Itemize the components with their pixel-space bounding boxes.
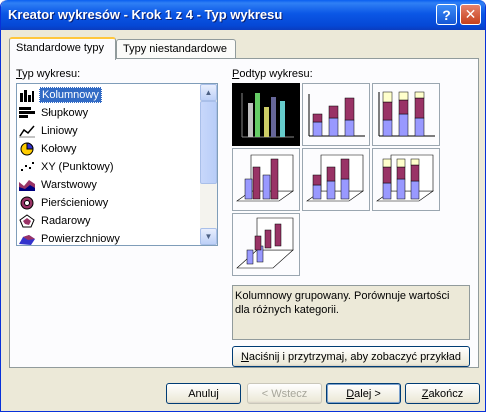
help-icon: ? (442, 6, 451, 23)
chart-type-label: Typ wykresu: (16, 68, 81, 80)
3d-stacked-column-preview (306, 154, 364, 202)
tab-label: Typy niestandardowe (123, 43, 227, 55)
subtype-3d-100-stacked-column[interactable] (372, 148, 440, 211)
tab-label: Standardowe typy (16, 42, 105, 54)
3d-clustered-column-preview (236, 154, 294, 202)
next-button[interactable]: Dalej > (326, 383, 401, 404)
list-item-radarowy[interactable]: Radarowy (19, 212, 199, 229)
title-bar[interactable]: Kreator wykresów - Krok 1 z 4 - Typ wykr… (1, 0, 485, 30)
list-item-xy-punktowy[interactable]: XY (Punktowy) (19, 158, 199, 175)
stacked-column-preview (308, 94, 365, 137)
subtype-description: Kolumnowy grupowany. Porównuje wartości … (232, 285, 470, 340)
help-button[interactable]: ? (436, 4, 457, 25)
tab-standard-types[interactable]: Standardowe typy (9, 37, 116, 60)
3d-column-preview (236, 217, 294, 269)
close-icon: ✕ (464, 6, 477, 22)
chevron-up-icon: ▲ (204, 88, 213, 97)
subtype-3d-stacked-column[interactable] (302, 148, 370, 211)
subtype-100-stacked-column[interactable] (372, 83, 440, 146)
doughnut-chart-icon (20, 196, 34, 209)
clustered-column-preview (241, 93, 294, 138)
subtype-stacked-column[interactable] (302, 83, 370, 146)
pie-chart-icon (20, 141, 34, 155)
scroll-down-button[interactable]: ▼ (200, 228, 217, 245)
list-item-warstwowy[interactable]: Warstwowy (19, 176, 199, 193)
back-button[interactable]: < Wstecz (247, 383, 322, 404)
subtype-grid (232, 83, 470, 277)
line-chart-icon (19, 125, 35, 137)
tab-panel-standard: Typ wykresu: Kolumnowy Słupkowy Liniowy … (9, 58, 479, 368)
scatter-chart-icon (21, 161, 34, 171)
tab-custom-types[interactable]: Typy niestandardowe (116, 39, 236, 59)
chart-type-list[interactable]: Kolumnowy Słupkowy Liniowy Kołowy XY (Pu… (16, 83, 218, 246)
area-chart-icon (19, 179, 35, 191)
scroll-up-button[interactable]: ▲ (200, 84, 217, 101)
window-title: Kreator wykresów - Krok 1 z 4 - Typ wykr… (8, 7, 283, 22)
cancel-button[interactable]: Anuluj (166, 383, 241, 404)
close-button[interactable]: ✕ (460, 4, 481, 25)
column-chart-icon (20, 89, 34, 102)
preview-sample-button[interactable]: Naciśnij i przytrzymaj, aby zobaczyć prz… (232, 346, 470, 367)
chevron-down-icon: ▼ (204, 232, 213, 241)
surface-chart-icon (19, 234, 35, 245)
finish-button[interactable]: Zakończ (405, 383, 480, 404)
subtype-label: Podtyp wykresu: (232, 68, 313, 80)
radar-chart-icon (19, 213, 35, 227)
subtype-3d-clustered-column[interactable] (232, 148, 300, 211)
subtype-clustered-column[interactable] (232, 83, 300, 146)
list-item-slupkowy[interactable]: Słupkowy (19, 104, 199, 121)
list-item-kolumnowy[interactable]: Kolumnowy (19, 86, 199, 103)
chart-wizard-dialog: Kreator wykresów - Krok 1 z 4 - Typ wykr… (0, 0, 486, 412)
scroll-thumb[interactable] (200, 101, 217, 184)
list-scrollbar[interactable]: ▲ ▼ (200, 84, 217, 245)
100-stacked-column-preview (378, 91, 435, 137)
list-item-kolowy[interactable]: Kołowy (19, 140, 199, 157)
list-item-liniowy[interactable]: Liniowy (19, 122, 199, 139)
3d-100-stacked-column-preview (376, 154, 434, 202)
list-item-powierzchniowy[interactable]: Powierzchniowy (19, 230, 199, 245)
subtype-3d-column[interactable] (232, 213, 300, 276)
list-item-pierscieniowy[interactable]: Pierścieniowy (19, 194, 199, 211)
bar-chart-icon (19, 106, 35, 118)
